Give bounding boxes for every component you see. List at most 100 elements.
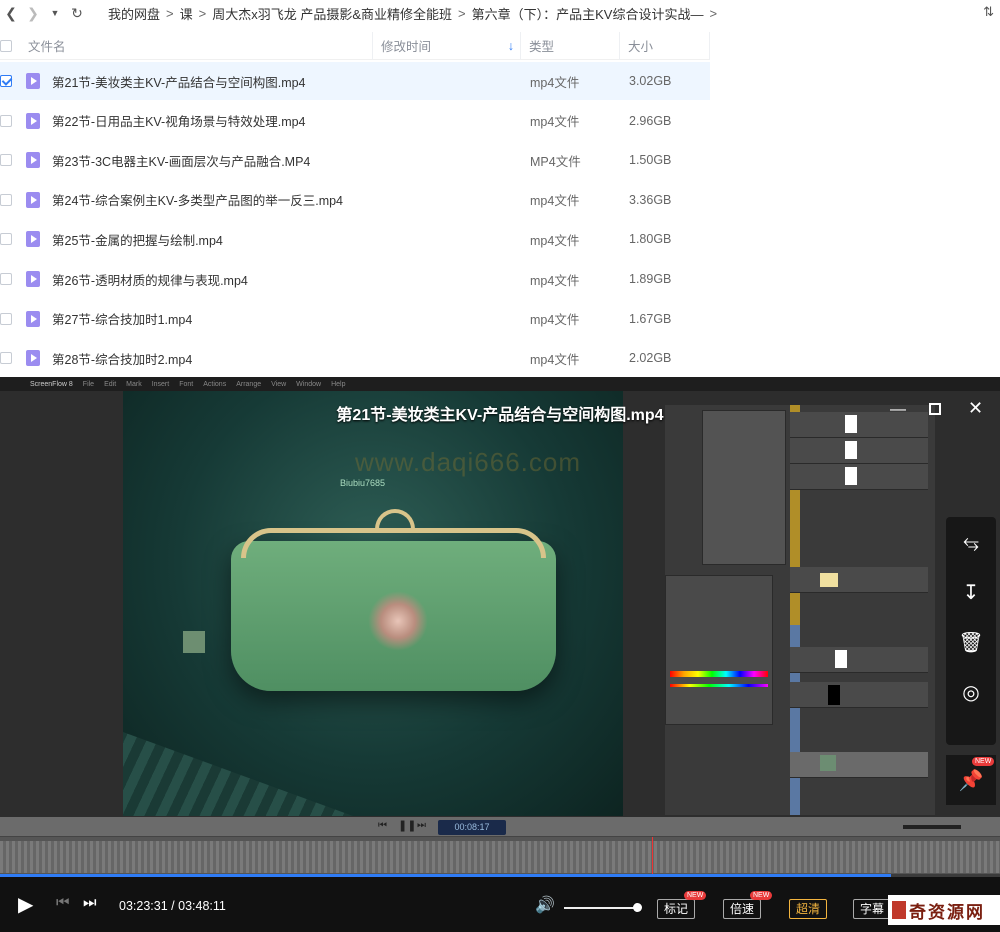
column-header-type[interactable]: 类型 — [521, 31, 620, 60]
file-size: 1.50GB — [629, 153, 672, 168]
row-checkbox[interactable] — [0, 352, 12, 365]
file-row[interactable]: 第21节-美妆类主KV-产品结合与空间构图.mp4 mp4文件 3.02GB — [0, 62, 710, 100]
breadcrumb-item[interactable]: 周大杰x羽飞龙 产品摄影&商业精修全能班 — [212, 4, 452, 23]
recorded-timecode: 00:08:17 — [438, 820, 506, 835]
file-name[interactable]: 第28节-综合技加时2.mp4 — [52, 349, 380, 368]
video-file-icon — [26, 271, 40, 287]
subtitle-button[interactable]: 字幕 — [853, 899, 892, 919]
recorded-menu-item: File — [82, 380, 95, 388]
breadcrumb-item[interactable]: 课 — [180, 4, 193, 23]
row-checkbox[interactable] — [0, 193, 12, 206]
recorded-timeline: ⏮ ❚❚ ⏭ 00:08:17 — [0, 817, 1000, 877]
file-type: MP4文件 — [530, 154, 581, 169]
file-list-header: 文件名 修改时间 ↓ 类型 大小 — [0, 31, 710, 60]
new-badge: NEW — [684, 891, 707, 900]
minimize-icon[interactable]: — — [890, 401, 906, 419]
breadcrumb-item[interactable]: 我的网盘 — [108, 4, 160, 23]
recorded-menu-item: Edit — [104, 380, 117, 388]
fast-forward-icon: ⏭ — [417, 820, 426, 831]
recorded-menu-item: Help — [331, 380, 346, 388]
video-file-icon — [26, 152, 40, 169]
file-name[interactable]: 第26节-透明材质的规律与表现.mp4 — [52, 270, 380, 289]
file-name[interactable]: 第21节-美妆类主KV-产品结合与空间构图.mp4 — [52, 72, 380, 91]
speed-button[interactable]: 倍速 — [723, 899, 762, 919]
download-icon[interactable]: ↧ — [946, 567, 996, 617]
file-size: 2.02GB — [629, 351, 672, 366]
file-name[interactable]: 第23节-3C电器主KV-画面层次与产品融合.MP4 — [52, 151, 380, 170]
maximize-icon[interactable] — [929, 403, 941, 415]
recorded-menu-item: View — [271, 380, 287, 388]
recorded-menu-item: Font — [179, 380, 194, 388]
file-type: mp4文件 — [530, 233, 580, 248]
side-action-panel: ⥃ ↧ 🗑 ◎ — [946, 517, 996, 745]
previous-icon[interactable]: ⏮ — [56, 894, 70, 911]
delete-icon[interactable]: 🗑 — [946, 617, 996, 667]
settings-icon[interactable]: ◎ — [946, 667, 996, 717]
video-frame[interactable]: ScreenFlow 8 File Edit Mark Insert Font … — [0, 377, 1000, 817]
file-name[interactable]: 第25节-金属的把握与绘制.mp4 — [52, 230, 380, 249]
volume-slider[interactable] — [564, 907, 636, 909]
file-row[interactable]: 第27节-综合技加时1.mp4 mp4文件 1.67GB — [0, 300, 710, 338]
file-row[interactable]: 第25节-金属的把握与绘制.mp4 mp4文件 1.80GB — [0, 220, 710, 258]
share-icon[interactable]: ⥃ — [946, 517, 996, 567]
time-display: 03:23:31 / 03:48:11 — [119, 899, 226, 913]
sort-menu-icon[interactable]: ⇅ — [983, 4, 994, 20]
row-checkbox[interactable] — [0, 233, 12, 246]
column-header-size[interactable]: 大小 — [620, 31, 710, 60]
video-file-icon — [26, 350, 40, 367]
file-type: mp4文件 — [530, 115, 580, 130]
file-row[interactable]: 第23节-3C电器主KV-画面层次与产品融合.MP4 MP4文件 1.50GB — [0, 141, 710, 179]
file-row[interactable]: 第22节-日用品主KV-视角场景与特效处理.mp4 mp4文件 2.96GB — [0, 102, 710, 140]
new-badge: NEW — [972, 757, 995, 766]
row-checkbox[interactable] — [0, 75, 12, 87]
forward-icon[interactable]: ❯ — [22, 5, 44, 22]
color-swatch — [183, 631, 205, 653]
quality-button[interactable]: 超清 — [789, 899, 828, 919]
file-size: 1.80GB — [629, 232, 672, 247]
row-checkbox[interactable] — [0, 154, 12, 167]
file-name[interactable]: 第27节-综合技加时1.mp4 — [52, 309, 380, 328]
history-dropdown-icon[interactable]: ▼ — [44, 8, 66, 18]
mark-button[interactable]: 标记 — [657, 899, 696, 919]
chevron-right-icon: > — [458, 5, 466, 21]
volume-icon[interactable]: 🔊 — [535, 895, 555, 915]
pause-icon: ❚❚ — [398, 820, 417, 832]
site-logo: 奇资源网 — [888, 895, 1000, 925]
file-row[interactable]: 第26节-透明材质的规律与表现.mp4 mp4文件 1.89GB — [0, 260, 710, 298]
video-file-icon — [26, 310, 40, 327]
rewind-icon: ⏮ — [378, 820, 387, 831]
magnolia-print — [368, 591, 428, 651]
row-checkbox[interactable] — [0, 312, 12, 325]
file-row[interactable]: 第28节-综合技加时2.mp4 mp4文件 2.02GB — [0, 339, 710, 377]
recorded-menu-item: Insert — [151, 380, 170, 388]
refresh-icon[interactable]: ↻ — [66, 5, 88, 22]
time-separator: / — [171, 899, 175, 913]
recorded-menu-item: Arrange — [236, 380, 262, 388]
close-icon[interactable]: ✕ — [968, 398, 983, 419]
canvas-label: Biubiu7685 — [340, 478, 386, 488]
total-duration: 03:48:11 — [178, 899, 226, 913]
column-header-name[interactable]: 文件名 — [20, 31, 373, 60]
volume-knob[interactable] — [633, 903, 642, 912]
column-header-modified[interactable]: 修改时间 ↓ — [373, 31, 521, 60]
row-checkbox[interactable] — [0, 114, 12, 127]
file-type: mp4文件 — [530, 313, 580, 328]
file-name[interactable]: 第24节-综合案例主KV-多类型产品图的举一反三.mp4 — [52, 190, 380, 209]
play-icon[interactable]: ▶ — [18, 892, 33, 917]
recorded-menu-bar: ScreenFlow 8 File Edit Mark Insert Font … — [0, 377, 1000, 391]
file-size: 1.89GB — [629, 272, 672, 286]
recorded-transport: ⏮ ❚❚ ⏭ 00:08:17 — [0, 817, 1000, 837]
select-all-checkbox[interactable] — [0, 32, 20, 60]
next-icon[interactable]: ⏭ — [83, 894, 97, 911]
breadcrumb-item[interactable]: 第六章（下）：产品主KV综合设计实战— — [472, 4, 704, 23]
file-name[interactable]: 第22节-日用品主KV-视角场景与特效处理.mp4 — [52, 111, 380, 130]
file-type: mp4文件 — [530, 273, 580, 288]
row-checkbox[interactable] — [0, 273, 12, 285]
file-type: mp4文件 — [530, 194, 580, 209]
video-player[interactable]: ScreenFlow 8 File Edit Mark Insert Font … — [0, 377, 1000, 932]
recorded-menu-item: Window — [296, 380, 322, 388]
back-icon[interactable]: ❮ — [0, 5, 22, 22]
chevron-right-icon: > — [166, 5, 174, 21]
file-type: mp4文件 — [530, 75, 580, 90]
file-row[interactable]: 第24节-综合案例主KV-多类型产品图的举一反三.mp4 mp4文件 3.36GB — [0, 181, 710, 219]
